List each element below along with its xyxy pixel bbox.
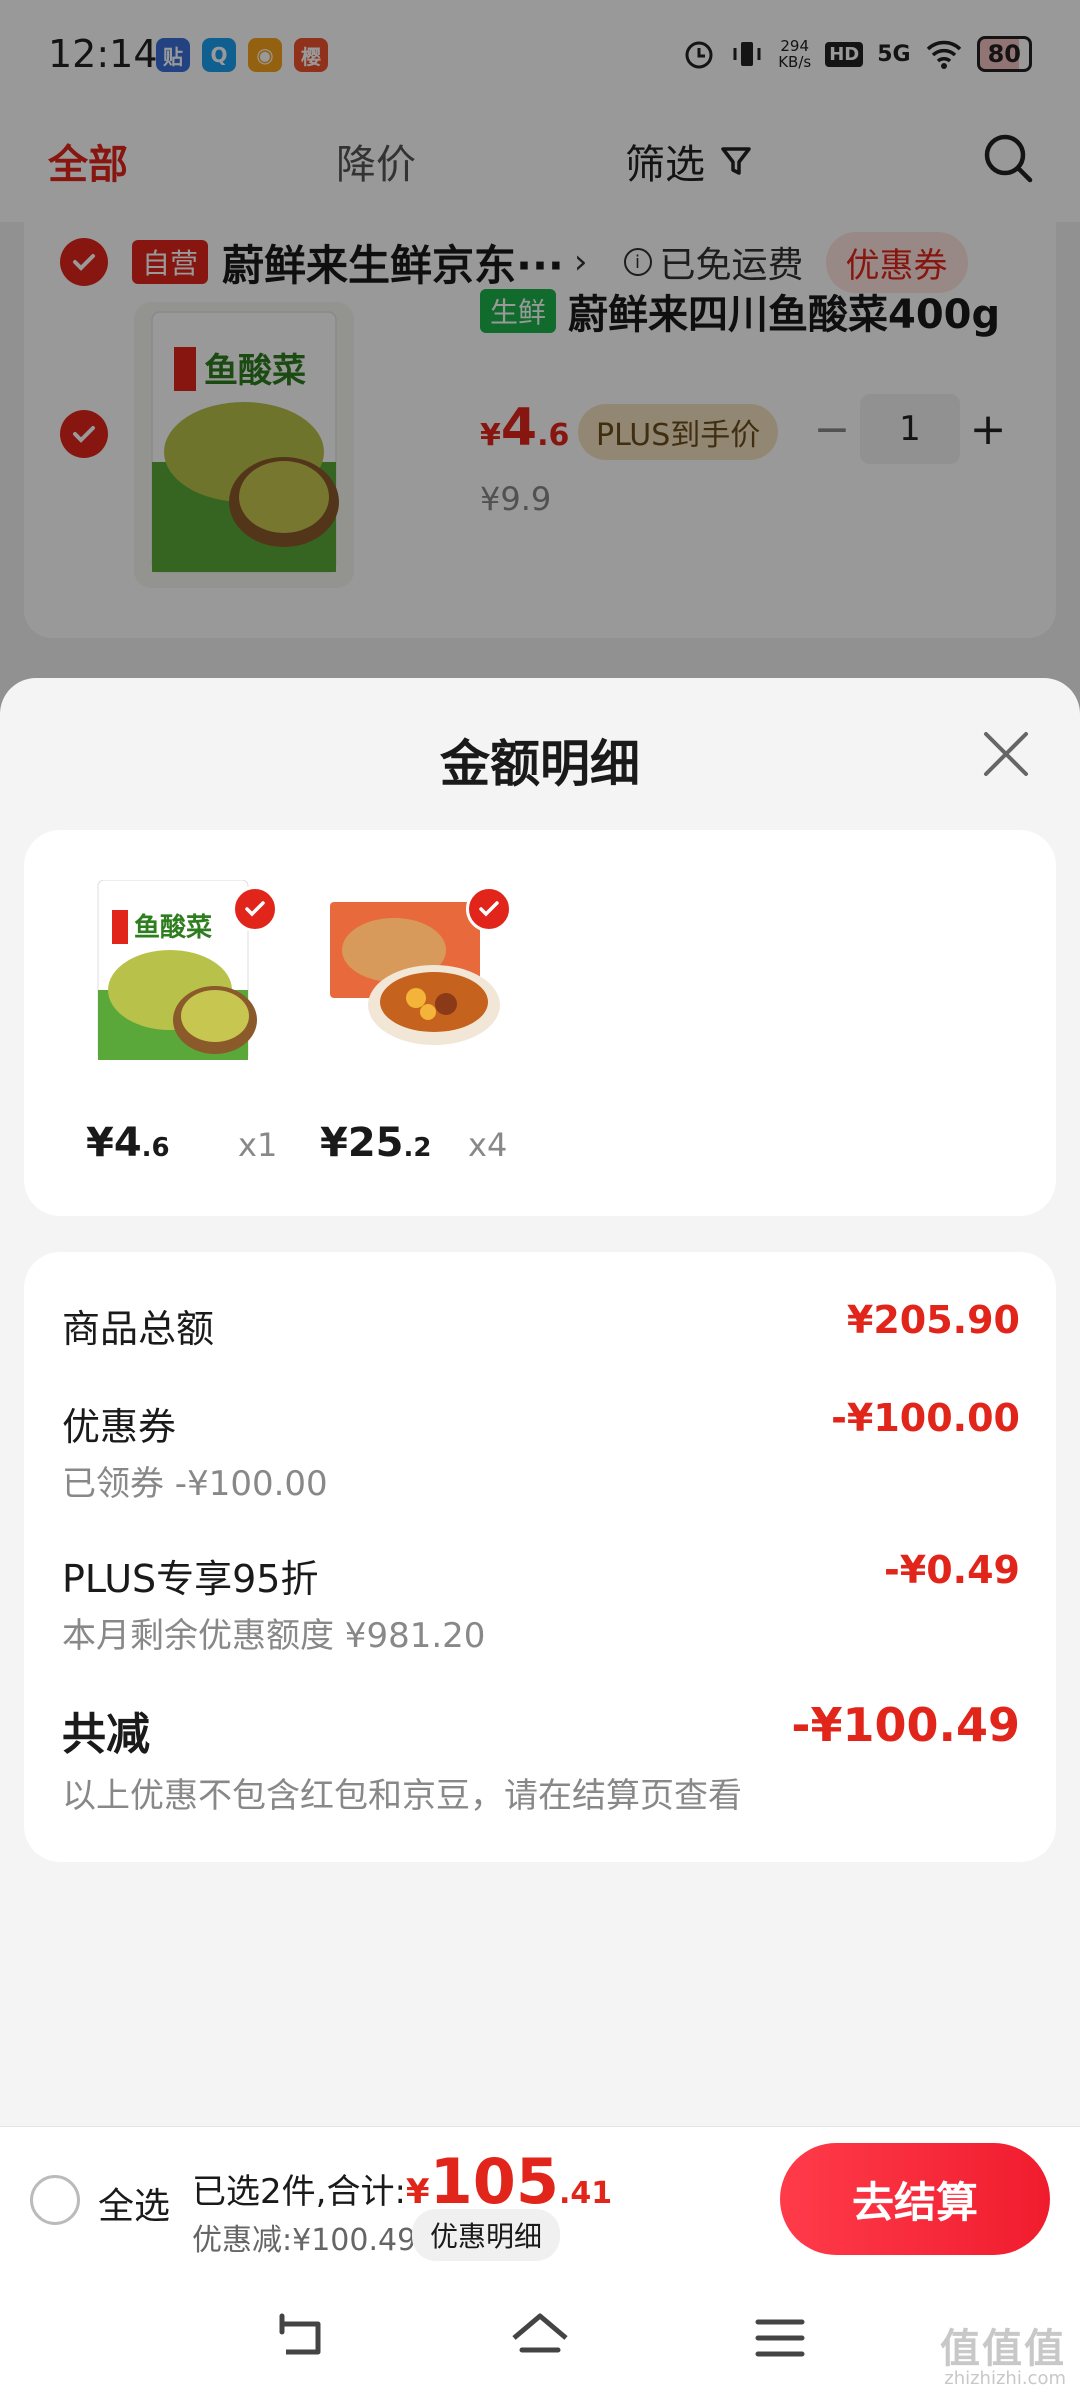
plus-discount-value: -¥0.49: [884, 1548, 1020, 1592]
discount-summary: 优惠减:¥100.49: [192, 2223, 417, 2258]
close-icon[interactable]: [980, 728, 1032, 780]
select-all-label[interactable]: 全选: [98, 2177, 170, 2229]
checkout-bar: 全选 已选2件,合计: ¥ 105 .41 优惠减:¥100.49 优惠明细 去…: [0, 2126, 1080, 2274]
total-line: 已选2件,合计: ¥ 105 .41: [192, 2145, 612, 2218]
product-qty: x4: [468, 1126, 508, 1164]
product-price-dec: .6: [141, 1133, 170, 1163]
menu-icon[interactable]: [748, 2306, 812, 2370]
total-discount-value: -¥100.49: [791, 1698, 1020, 1752]
watermark-url: zhizhizhi.com: [944, 2368, 1066, 2389]
selected-product[interactable]: [324, 880, 512, 1060]
selected-products-card: 鱼酸菜 ¥4.6 x1 ¥25.2 x4: [24, 830, 1056, 1216]
total-dec: .41: [559, 2176, 613, 2211]
coupon-label: 优惠券: [62, 1405, 177, 1449]
total-int: 105: [429, 2145, 559, 2218]
product-check-icon: [466, 886, 512, 932]
product-image: 鱼酸菜: [90, 879, 278, 1061]
product-price: ¥25.2: [320, 1120, 431, 1166]
amount-detail-sheet: 金额明细 鱼酸菜 ¥4.6 x1 ¥25.2 x4 商品总额 ¥205.90 优…: [0, 678, 1080, 2126]
product-image: [324, 880, 512, 1060]
sheet-title: 金额明细: [440, 735, 640, 793]
subtotal-label: 商品总额: [62, 1307, 215, 1351]
selected-count: 已选2件,合计:: [192, 2172, 406, 2212]
discount-detail-button[interactable]: 优惠明细: [412, 2209, 561, 2261]
selected-product[interactable]: 鱼酸菜: [90, 879, 278, 1061]
product-check-icon: [232, 886, 278, 932]
watermark: 值值值: [940, 2326, 1066, 2372]
product-price-dec: .2: [403, 1133, 432, 1163]
coupon-value: -¥100.00: [831, 1396, 1020, 1440]
product-price: ¥4.6: [86, 1120, 170, 1166]
amount-detail-card: 商品总额 ¥205.90 优惠券 -¥100.00 已领券 -¥100.00 P…: [24, 1252, 1056, 1862]
total-discount-label: 共减: [62, 1709, 150, 1760]
plus-discount-label: PLUS专享95折: [62, 1557, 319, 1601]
back-icon[interactable]: [268, 2306, 332, 2370]
plus-discount-sub: 本月剩余优惠额度 ¥981.20: [62, 1616, 486, 1656]
total-discount-sub: 以上优惠不包含红包和京豆，请在结算页查看: [62, 1776, 742, 1816]
system-navigation-bar: [0, 2274, 1080, 2400]
product-price-int: ¥25: [320, 1120, 404, 1166]
svg-text:鱼酸菜: 鱼酸菜: [134, 913, 212, 943]
select-all-checkbox[interactable]: [30, 2175, 80, 2225]
product-qty: x1: [238, 1126, 278, 1164]
coupon-sub: 已领券 -¥100.00: [62, 1464, 328, 1504]
checkout-button[interactable]: 去结算: [780, 2143, 1050, 2255]
total-currency: ¥: [405, 2172, 430, 2212]
subtotal-value: ¥205.90: [846, 1298, 1020, 1342]
product-price-int: ¥4: [86, 1120, 142, 1166]
home-icon[interactable]: [508, 2306, 572, 2370]
